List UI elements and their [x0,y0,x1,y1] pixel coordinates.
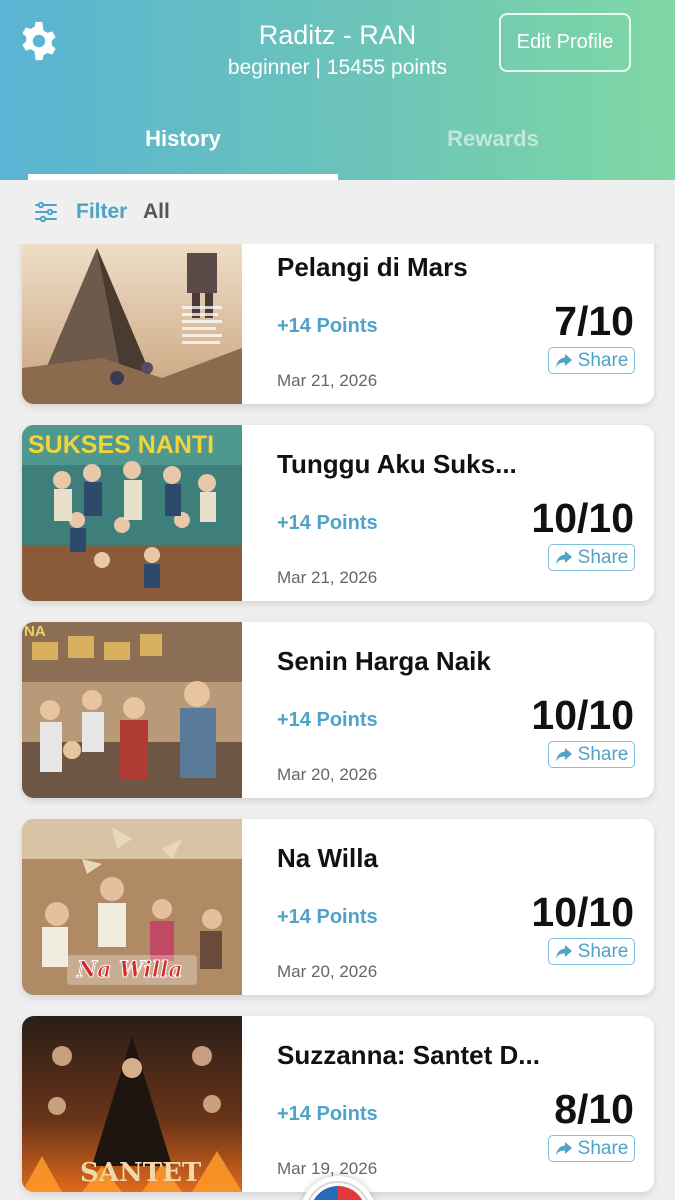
share-arrow-icon [555,1141,572,1156]
poster-title-text: NA [24,623,46,640]
watch-date: Mar 19, 2026 [277,1159,378,1178]
movie-poster-image: Na Willa [22,819,242,995]
share-button[interactable]: Share [548,544,635,571]
profile-header: Raditz - RAN beginner | 15455 points Edi… [0,0,675,180]
poster-title-text: SANTET [80,1158,202,1188]
movie-poster-image: SANTET [22,1016,242,1192]
share-label: Share [577,1137,629,1159]
share-arrow-icon [555,747,572,762]
history-list[interactable]: Pelangi di Mars +14 Points Mar 21, 2026 … [0,244,675,1200]
rating-score: 10/10 [531,889,634,935]
movie-title: Senin Harga Naik [277,646,491,676]
rating-score: 8/10 [554,1086,634,1132]
share-button[interactable]: Share [548,741,635,768]
history-card[interactable]: NA Senin Harga Naik +14 Points Mar 20, 2… [22,622,654,798]
share-arrow-icon [555,944,572,959]
poster-title-text: Na Willa [76,957,183,983]
watch-date: Mar 20, 2026 [277,765,378,784]
history-card[interactable]: SUKSES NANTI Tunggu Aku Suks... +14 Poin… [22,425,654,601]
share-label: Share [577,743,629,765]
movie-title: Suzzanna: Santet D... [277,1040,540,1070]
share-button[interactable]: Share [548,347,635,374]
movie-poster-image [22,244,242,404]
watch-date: Mar 21, 2026 [277,371,378,390]
history-card[interactable]: Pelangi di Mars +14 Points Mar 21, 2026 … [22,244,654,404]
filter-value[interactable]: All [143,200,170,224]
share-button[interactable]: Share [548,1135,635,1162]
filter-sliders-icon[interactable] [34,200,58,224]
share-arrow-icon [555,550,572,565]
tab-history[interactable]: History [28,126,338,152]
rating-score: 7/10 [554,298,634,344]
rating-score: 10/10 [531,692,634,738]
movie-title: Na Willa [277,843,378,873]
watch-date: Mar 20, 2026 [277,962,378,981]
tab-rewards[interactable]: Rewards [338,126,648,152]
points-earned: +14 Points [277,906,378,928]
poster-title-text: SUKSES NANTI [28,431,214,459]
filter-button[interactable]: Filter [76,200,127,224]
history-card[interactable]: SANTET Suzzanna: Santet D... +14 Points … [22,1016,654,1192]
points-earned: +14 Points [277,1103,378,1125]
edit-profile-button[interactable]: Edit Profile [499,13,631,72]
rating-score: 10/10 [531,495,634,541]
share-button[interactable]: Share [548,938,635,965]
points-earned: +14 Points [277,709,378,731]
movie-title: Tunggu Aku Suks... [277,449,517,479]
share-label: Share [577,940,629,962]
share-arrow-icon [555,353,572,368]
history-card[interactable]: Na Willa Na Willa +14 Points Mar 20, 202… [22,819,654,995]
watch-date: Mar 21, 2026 [277,568,378,587]
points-earned: +14 Points [277,315,378,337]
movie-poster-image: NA [22,622,242,798]
movie-title: Pelangi di Mars [277,252,468,282]
movie-poster-image: SUKSES NANTI [22,425,242,601]
share-label: Share [577,546,629,568]
share-label: Share [577,349,629,371]
points-earned: +14 Points [277,512,378,534]
